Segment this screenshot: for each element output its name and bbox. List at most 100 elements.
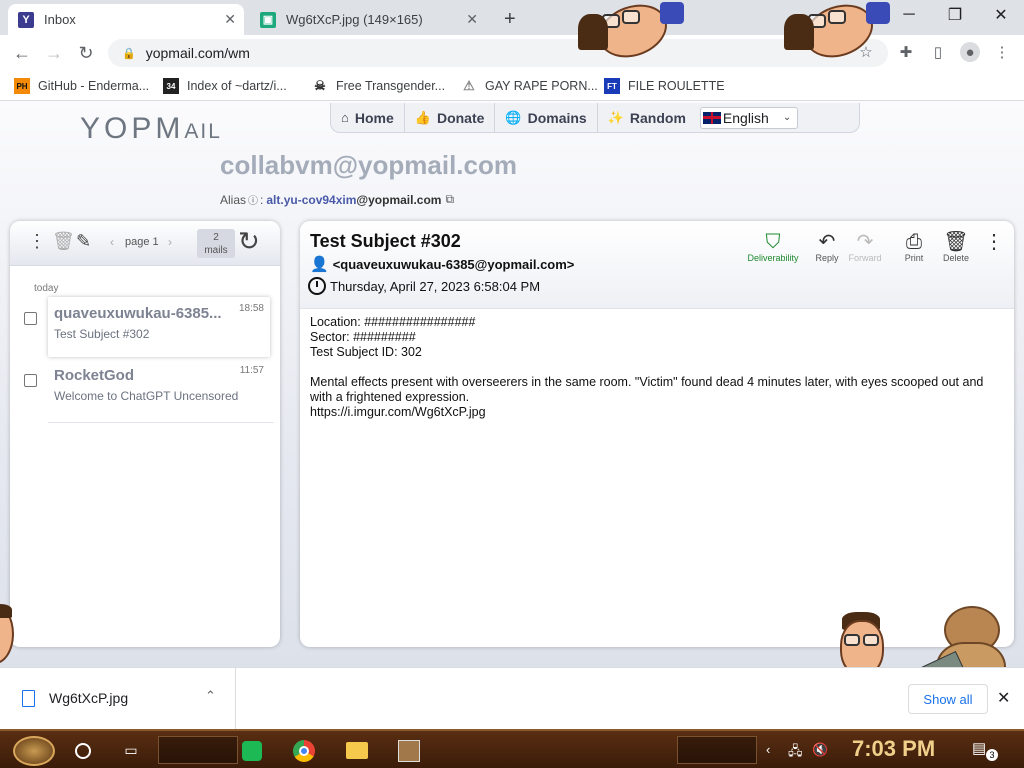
show-all-button[interactable]: Show all [908,684,988,714]
forward-arrow-icon[interactable]: → [42,41,66,65]
bookmark-item[interactable]: PH GitHub - Enderma... [14,76,149,96]
more-options-button[interactable]: ⋮ [969,231,1014,253]
notification-count: 3 [986,749,998,761]
notes-app-icon[interactable] [237,736,267,765]
body-line [310,360,1000,375]
close-icon[interactable]: ✕ [997,688,1010,708]
cartoon-character-decoration [784,0,890,67]
alias-line: Alias ⓘ : alt.yu-cov94xim @yopmail.com ⧉ [220,192,455,207]
nav-donate[interactable]: 👍 Donate [405,102,496,133]
clock-icon [308,277,326,295]
taskbar-bar-right [677,736,757,764]
message-summary[interactable]: quaveuxuwukau-6385... Test Subject #302 … [48,297,270,357]
network-icon[interactable]: 🖧 [788,742,803,764]
chevron-right-icon[interactable]: › [168,235,172,249]
chevron-up-icon[interactable]: ⌃ [205,688,216,704]
language-select[interactable]: English ⌄ [699,106,799,129]
taskbar-bar-left [158,736,238,764]
minimize-icon[interactable]: ─ [886,0,932,30]
bookmark-label: Free Transgender... [336,79,446,93]
task-view-icon[interactable]: ▭ [116,736,146,765]
kebab-menu-icon[interactable]: ⋮ [28,231,46,252]
notifications-icon[interactable]: ▤ [972,739,986,757]
trash-icon[interactable]: 🗑 [52,231,75,252]
message-from: 👤 <quaveuxuwukau-6385@yopmail.com> [310,256,575,273]
window-close-icon[interactable]: ✕ [978,0,1024,30]
message-time: 18:58 [238,303,264,314]
restore-icon[interactable]: ❐ [932,0,978,30]
lock-icon: 🔒 [122,47,136,60]
file-roulette-icon: FT [604,78,620,94]
file-explorer-icon[interactable] [342,736,372,765]
forward-button[interactable]: ↷ Forward [840,231,890,263]
message-summary[interactable]: RocketGod Welcome to ChatGPT Uncensored … [48,359,270,419]
tray-chevron-icon[interactable]: ‹ [766,742,770,757]
inbox-message-row[interactable]: quaveuxuwukau-6385... Test Subject #302 … [18,297,274,357]
body-line: Sector: ######### [310,330,416,344]
media-app-icon[interactable] [394,736,424,765]
pornhub-icon: PH [14,78,30,94]
mails-count-badge: 2 mails [197,229,235,258]
bookmark-label: GAY RAPE PORN... [485,79,598,93]
kebab-menu-icon: ⋮ [984,231,1004,253]
globe-icon: 🌐 [505,109,522,125]
message-sender: RocketGod [54,367,135,384]
magic-wand-icon: ✨ [607,109,624,125]
inbox-toolbar: ⋮ 🗑 ✎ ‹ page 1 › 2 mails ↻ [10,221,280,266]
search-circle-icon[interactable] [68,736,98,765]
back-arrow-icon[interactable]: ← [10,41,34,65]
chrome-icon[interactable] [289,736,319,765]
message-checkbox[interactable] [24,374,37,387]
nav-home[interactable]: ⌂ Home [331,102,405,133]
copy-icon[interactable]: ⧉ [445,192,454,207]
refresh-icon[interactable]: ↻ [238,226,260,257]
bookmark-item[interactable]: 34 Index of ~dartz/i... [163,76,287,96]
body-line: Mental effects present with overseerers … [310,375,984,404]
inbox-panel: ⋮ 🗑 ✎ ‹ page 1 › 2 mails ↻ today quaveux… [10,221,280,647]
chevron-left-icon[interactable]: ‹ [110,235,114,249]
profile-icon[interactable]: ● [960,42,980,62]
downloads-bar: Wg6tXcP.jpg ⌃ Show all ✕ [0,667,1024,730]
taskbar-clock[interactable]: 7:03 PM [852,736,935,762]
extensions-icon[interactable]: ✚ [896,42,916,62]
tab-inbox[interactable]: Y Inbox ✕ [8,4,244,35]
message-checkbox[interactable] [24,312,37,325]
inbox-message-row[interactable]: RocketGod Welcome to ChatGPT Uncensored … [18,359,274,423]
page-indicator: page 1 [125,236,159,248]
close-icon[interactable]: ✕ [224,11,236,28]
divider [48,422,274,423]
muted-speaker-icon[interactable]: 🔇 [812,742,828,758]
deliverability-button[interactable]: ⛉ Deliverability [747,231,799,263]
message-subject: Welcome to ChatGPT Uncensored [54,389,239,403]
close-icon[interactable]: ✕ [466,11,478,28]
address-bar[interactable]: 🔒 yopmail.com/wm [108,39,888,67]
current-email-address: collabvm@yopmail.com [220,150,517,180]
home-icon: ⌂ [341,110,349,125]
message-panel: Test Subject #302 👤 <quaveuxuwukau-6385@… [300,221,1014,647]
bookmark-item[interactable]: ☠ Free Transgender... [312,76,445,96]
message-link[interactable]: https://i.imgur.com/Wg6tXcP.jpg [310,405,1000,420]
pencil-icon[interactable]: ✎ [76,231,91,252]
download-item[interactable]: Wg6tXcP.jpg ⌃ [0,668,236,730]
new-tab-button[interactable]: + [494,4,524,35]
message-body: Location: ################ Sector: #####… [310,315,1000,420]
chevron-down-icon: ⌄ [782,112,792,123]
yopmail-logo[interactable]: YOPMAIL [80,112,222,146]
bookmark-label: FILE ROULETTE [628,79,725,93]
reload-icon[interactable]: ↻ [74,41,98,65]
info-icon[interactable]: ⓘ [248,192,258,207]
tab-image[interactable]: ▣ Wg6tXcP.jpg (149×165) ✕ [250,4,486,35]
image-icon: ▣ [260,11,276,28]
nav-random[interactable]: ✨ Random [598,103,696,133]
nav-domains[interactable]: 🌐 Domains [495,102,598,133]
bookmark-item[interactable]: ⚠ GAY RAPE PORN... [461,76,598,96]
body-line: Location: ################ [310,315,476,329]
sidepanel-icon[interactable]: ▯ [928,42,948,62]
cartoon-character-decoration [578,0,684,67]
bookmark-label: Index of ~dartz/i... [187,79,287,93]
start-button[interactable] [8,735,60,766]
alias-value[interactable]: alt.yu-cov94xim [266,193,356,207]
kebab-menu-icon[interactable]: ⋮ [992,42,1012,62]
bookmark-item[interactable]: FT FILE ROULETTE [604,76,725,96]
warning-icon: ⚠ [463,78,475,93]
